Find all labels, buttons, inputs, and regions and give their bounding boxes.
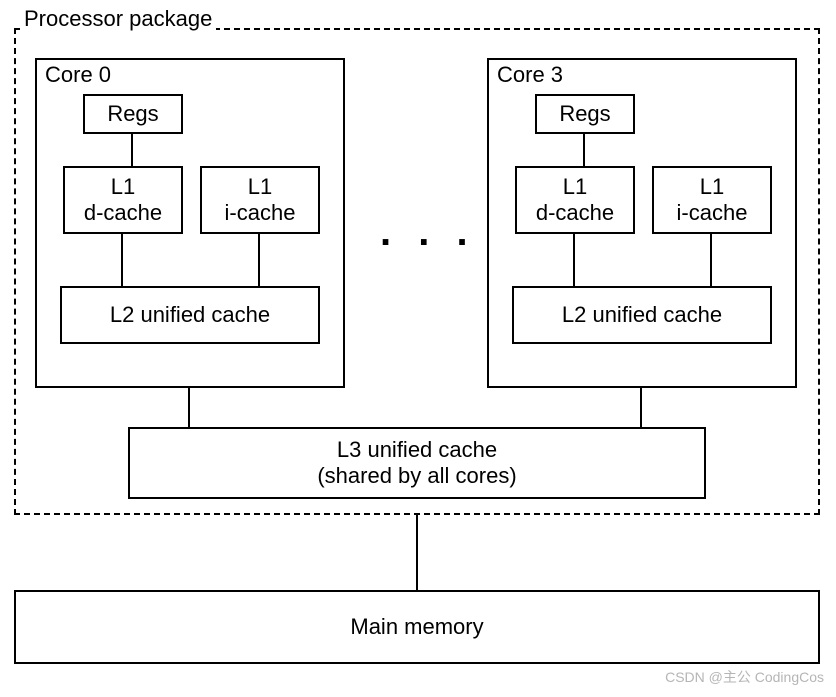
core-0-regs: Regs	[83, 94, 183, 134]
ellipsis-icon: . . .	[380, 210, 476, 255]
core-0-l1-dcache: L1 d-cache	[63, 166, 183, 234]
l3-cache: L3 unified cache (shared by all cores)	[128, 427, 706, 499]
package-label: Processor package	[20, 6, 216, 32]
l3-label-line1: L3 unified cache	[337, 437, 497, 463]
l3-label-line2: (shared by all cores)	[317, 463, 516, 489]
connector	[573, 234, 575, 286]
memory-hierarchy-diagram: Processor package Core 0 Regs L1 d-cache…	[0, 0, 836, 697]
connector	[131, 134, 133, 166]
connector	[640, 388, 642, 427]
watermark-text: CSDN @主公 CodingCos	[665, 667, 824, 687]
connector	[416, 515, 418, 590]
core-0-label: Core 0	[45, 62, 111, 88]
connector	[121, 234, 123, 286]
connector	[188, 388, 190, 427]
connector	[710, 234, 712, 286]
core-0-l2-cache: L2 unified cache	[60, 286, 320, 344]
main-memory: Main memory	[14, 590, 820, 664]
core-3-l1-icache: L1 i-cache	[652, 166, 772, 234]
core-3-l2-cache: L2 unified cache	[512, 286, 772, 344]
core-0-l1-icache: L1 i-cache	[200, 166, 320, 234]
connector	[258, 234, 260, 286]
core-3-label: Core 3	[497, 62, 563, 88]
core-3-regs: Regs	[535, 94, 635, 134]
connector	[583, 134, 585, 166]
core-3-l1-dcache: L1 d-cache	[515, 166, 635, 234]
